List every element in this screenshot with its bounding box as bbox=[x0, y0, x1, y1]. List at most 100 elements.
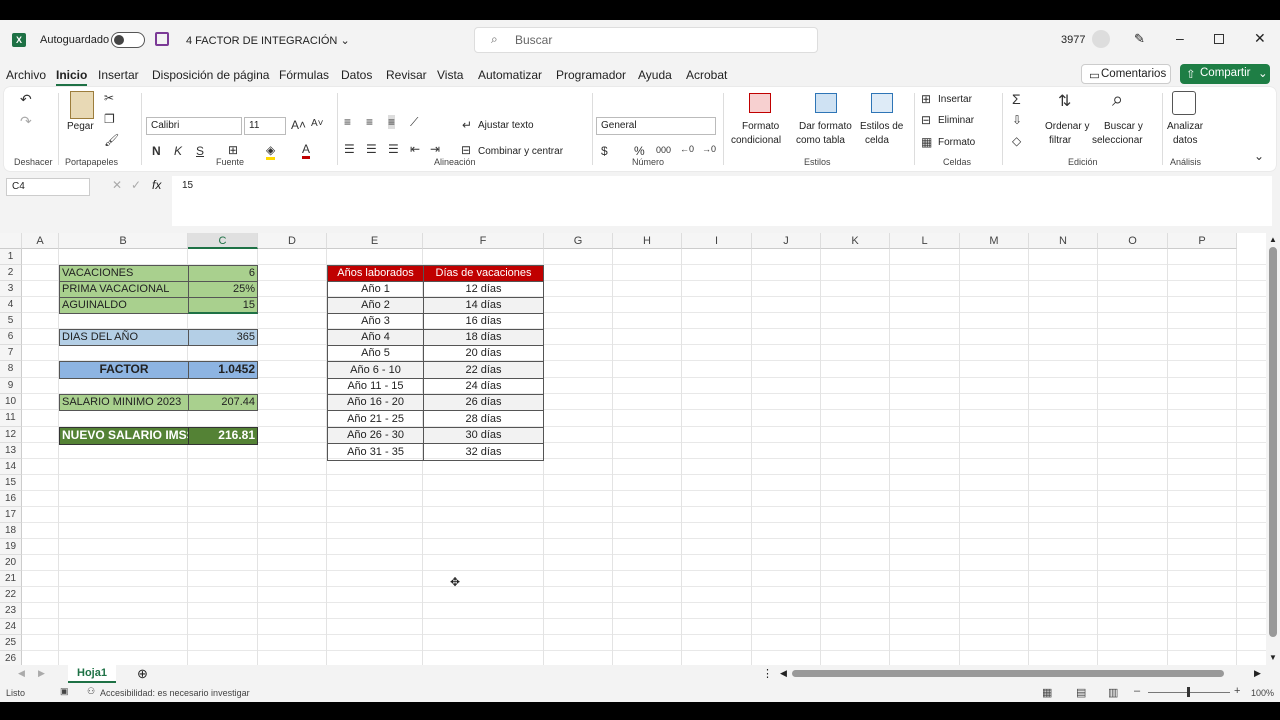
label-factor[interactable]: FACTOR bbox=[59, 361, 189, 379]
find-select-icon[interactable]: ⌕ bbox=[1112, 89, 1123, 112]
outdent-icon[interactable]: ⇤ bbox=[410, 142, 420, 156]
row-header-10[interactable]: 10 bbox=[0, 394, 22, 410]
autosave-toggle[interactable] bbox=[111, 32, 145, 48]
column-header-n[interactable]: N bbox=[1029, 233, 1098, 249]
label-nuevo-salario[interactable]: NUEVO SALARIO IMSS bbox=[59, 427, 189, 445]
value-dias-anio[interactable]: 365 bbox=[188, 329, 258, 346]
table-header-years[interactable]: Años laborados bbox=[327, 265, 424, 282]
thousands-icon[interactable]: 000 bbox=[656, 145, 671, 155]
percent-icon[interactable]: % bbox=[634, 144, 645, 158]
orientation-icon[interactable]: ⟋ bbox=[410, 115, 418, 130]
share-button[interactable]: ⇧ Compartir ⌄ bbox=[1180, 64, 1270, 84]
paste-icon[interactable] bbox=[70, 91, 94, 119]
column-header-l[interactable]: L bbox=[890, 233, 960, 249]
row-header-26[interactable]: 26 bbox=[0, 651, 22, 665]
zoom-in-icon[interactable]: + bbox=[1234, 685, 1240, 697]
cell-styles-line2[interactable]: celda bbox=[865, 135, 889, 146]
value-vacaciones[interactable]: 6 bbox=[188, 265, 258, 282]
column-header-i[interactable]: I bbox=[682, 233, 752, 249]
next-sheet-icon[interactable]: ▶ bbox=[38, 668, 45, 679]
format-cells-icon[interactable]: ▦ bbox=[921, 135, 932, 149]
table-cell-years[interactable]: Año 2 bbox=[327, 297, 424, 314]
normal-view-icon[interactable]: ▦ bbox=[1042, 686, 1052, 699]
conditional-format-icon[interactable] bbox=[749, 93, 771, 113]
close-icon[interactable]: ✕ bbox=[1254, 30, 1266, 47]
table-cell-days[interactable]: 30 días bbox=[423, 427, 544, 444]
table-cell-years[interactable]: Año 1 bbox=[327, 281, 424, 298]
insert-cells-icon[interactable]: ⊞ bbox=[921, 92, 931, 106]
scroll-down-icon[interactable]: ▼ bbox=[1269, 653, 1277, 662]
menu-disposicion[interactable]: Disposición de página bbox=[152, 68, 269, 82]
scroll-thumb[interactable] bbox=[1269, 247, 1277, 637]
align-left-icon[interactable]: ☰ bbox=[344, 142, 355, 156]
row-header-1[interactable]: 1 bbox=[0, 249, 22, 265]
table-cell-days[interactable]: 14 días bbox=[423, 297, 544, 314]
row-header-3[interactable]: 3 bbox=[0, 281, 22, 297]
row-header-8[interactable]: 8 bbox=[0, 361, 22, 378]
confirm-icon[interactable]: ✓ bbox=[131, 178, 141, 192]
fill-icon[interactable]: ⇩ bbox=[1012, 113, 1022, 127]
table-cell-years[interactable]: Año 4 bbox=[327, 329, 424, 346]
row-header-25[interactable]: 25 bbox=[0, 635, 22, 651]
row-header-13[interactable]: 13 bbox=[0, 443, 22, 459]
menu-insertar[interactable]: Insertar bbox=[98, 68, 139, 82]
find-select-line1[interactable]: Buscar y bbox=[1104, 121, 1143, 132]
search-box[interactable]: ⌕ Buscar bbox=[474, 27, 818, 53]
undo-icon[interactable]: ↶ bbox=[20, 91, 32, 108]
value-aguinaldo[interactable]: 15 bbox=[188, 297, 258, 314]
conditional-format-line1[interactable]: Formato bbox=[742, 121, 779, 132]
analyze-data-icon[interactable] bbox=[1172, 91, 1196, 115]
formula-input[interactable]: 15 bbox=[172, 176, 1272, 226]
format-table-line2[interactable]: como tabla bbox=[796, 135, 845, 146]
column-header-a[interactable]: A bbox=[22, 233, 59, 249]
more-icon[interactable]: ⋮ bbox=[762, 667, 773, 680]
zoom-slider-handle[interactable] bbox=[1187, 687, 1190, 697]
sheet-tab-hoja1[interactable]: Hoja1 bbox=[68, 665, 116, 683]
label-vacaciones[interactable]: VACACIONES bbox=[59, 265, 189, 282]
avatar-icon[interactable] bbox=[1092, 30, 1110, 48]
row-header-9[interactable]: 9 bbox=[0, 378, 22, 394]
zoom-level[interactable]: 100% bbox=[1251, 688, 1274, 698]
font-size-select[interactable]: 11 bbox=[244, 117, 286, 135]
value-factor[interactable]: 1.0452 bbox=[188, 361, 258, 379]
column-header-g[interactable]: G bbox=[544, 233, 613, 249]
label-dias-anio[interactable]: DIAS DEL AÑO bbox=[59, 329, 189, 346]
menu-ayuda[interactable]: Ayuda bbox=[638, 68, 672, 82]
delete-cells-icon[interactable]: ⊟ bbox=[921, 113, 931, 127]
cut-icon[interactable]: ✂ bbox=[104, 91, 114, 105]
comments-button[interactable]: ▭ Comentarios bbox=[1081, 64, 1171, 84]
row-header-15[interactable]: 15 bbox=[0, 475, 22, 491]
cell-styles-line1[interactable]: Estilos de bbox=[860, 121, 903, 132]
menu-datos[interactable]: Datos bbox=[341, 68, 372, 82]
decrease-decimal-icon[interactable]: →0 bbox=[702, 144, 716, 154]
column-header-j[interactable]: J bbox=[752, 233, 821, 249]
italic-button[interactable]: K bbox=[174, 144, 182, 158]
name-box[interactable]: C4 bbox=[6, 178, 90, 196]
analyze-line1[interactable]: Analizar bbox=[1167, 121, 1203, 132]
number-format-select[interactable]: General bbox=[596, 117, 716, 135]
format-painter-icon[interactable]: 🖌 bbox=[104, 133, 119, 147]
bold-button[interactable]: N bbox=[152, 144, 161, 158]
table-cell-years[interactable]: Año 21 - 25 bbox=[327, 410, 424, 428]
table-cell-days[interactable]: 32 días bbox=[423, 443, 544, 461]
collapse-ribbon-icon[interactable]: ⌄ bbox=[1254, 149, 1264, 163]
fill-color-icon[interactable]: ◈ bbox=[266, 143, 276, 160]
fx-icon[interactable]: fx bbox=[152, 178, 161, 192]
wrap-text-icon[interactable]: ↵ bbox=[462, 118, 472, 132]
menu-acrobat[interactable]: Acrobat bbox=[686, 68, 727, 82]
accessibility-status[interactable]: Accesibilidad: es necesario investigar bbox=[100, 688, 250, 698]
merge-center-button[interactable]: Combinar y centrar bbox=[478, 146, 563, 157]
table-cell-days[interactable]: 26 días bbox=[423, 394, 544, 411]
font-name-select[interactable]: Calibri bbox=[146, 117, 242, 135]
row-header-17[interactable]: 17 bbox=[0, 507, 22, 523]
row-header-24[interactable]: 24 bbox=[0, 619, 22, 635]
table-cell-years[interactable]: Año 11 - 15 bbox=[327, 378, 424, 395]
table-cell-years[interactable]: Año 31 - 35 bbox=[327, 443, 424, 461]
sort-filter-icon[interactable]: ⇅ bbox=[1058, 91, 1071, 111]
column-header-e[interactable]: E bbox=[327, 233, 423, 249]
align-right-icon[interactable]: ☰ bbox=[388, 142, 399, 156]
macro-icon[interactable]: ▣ bbox=[60, 686, 69, 697]
row-header-14[interactable]: 14 bbox=[0, 459, 22, 475]
row-header-16[interactable]: 16 bbox=[0, 491, 22, 507]
menu-inicio[interactable]: Inicio bbox=[56, 68, 88, 86]
